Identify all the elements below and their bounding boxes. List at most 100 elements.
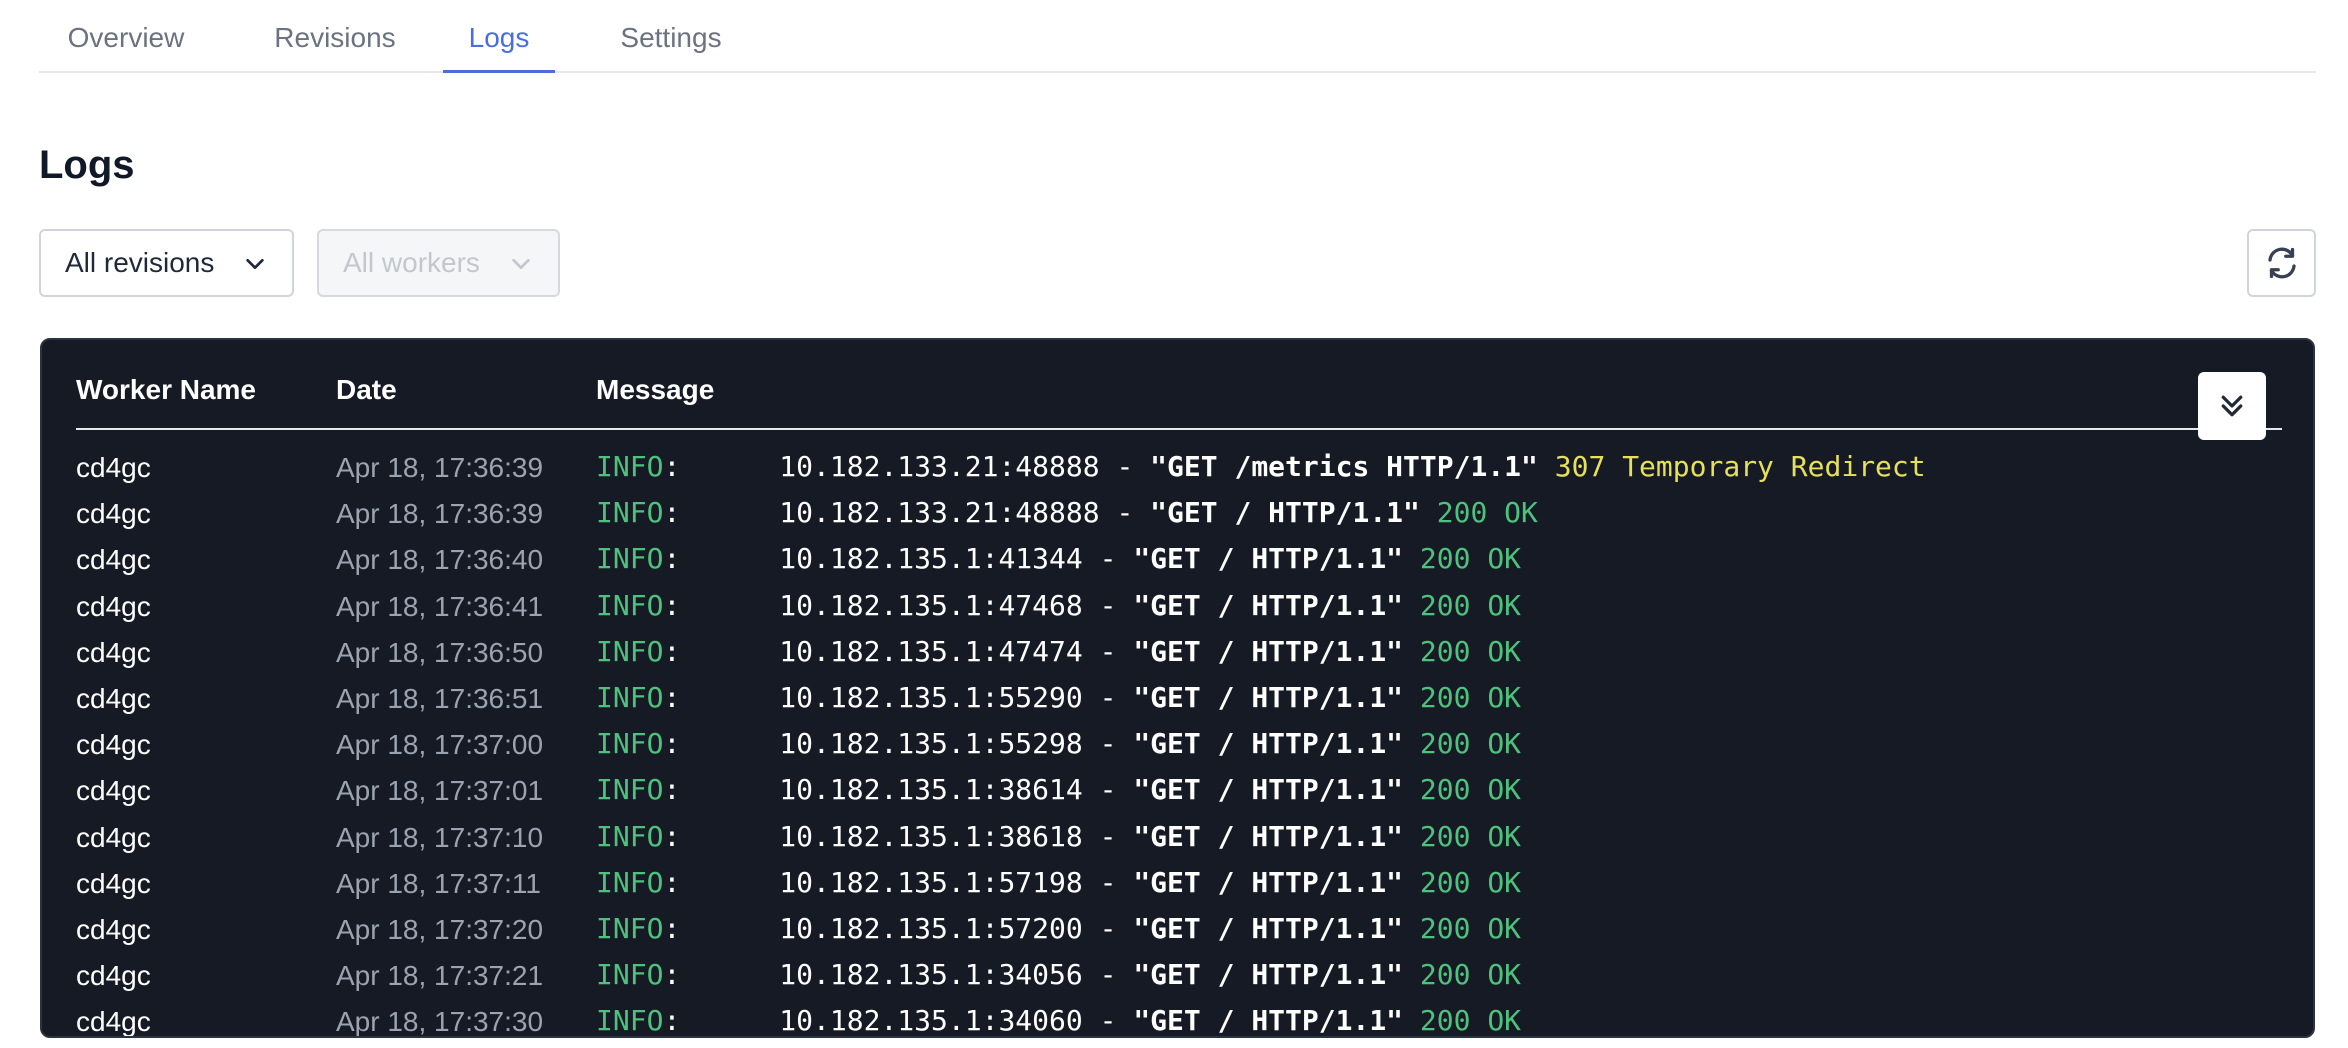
workers-select[interactable]: All workers <box>317 229 560 297</box>
log-worker-name: cd4gc <box>76 1006 151 1038</box>
log-level: INFO <box>596 727 664 761</box>
log-client-address: 10.182.135.1:34060 - <box>779 1004 1134 1038</box>
log-message: INFO: 10.182.135.1:55298 - "GET / HTTP/1.… <box>596 727 1521 760</box>
log-request: "GET / HTTP/1.1" <box>1133 911 1404 945</box>
log-request: "GET / HTTP/1.1" <box>1133 819 1404 853</box>
log-message: INFO: 10.182.135.1:38618 - "GET / HTTP/1.… <box>596 820 1521 853</box>
log-level: INFO <box>596 1004 664 1038</box>
log-status: 200 OK <box>1419 588 1522 622</box>
double-chevron-down-icon <box>2221 395 2243 417</box>
log-request: "GET / HTTP/1.1" <box>1133 680 1404 714</box>
log-message: INFO: 10.182.135.1:34056 - "GET / HTTP/1.… <box>596 958 1521 991</box>
log-level-separator: : <box>663 911 681 945</box>
log-row: cd4gc Apr 18, 17:36:51 INFO: 10.182.135.1:5… <box>76 675 2282 721</box>
log-request: "GET / HTTP/1.1" <box>1133 588 1404 622</box>
tab-overview[interactable]: Overview <box>63 0 189 73</box>
log-worker-name: cd4gc <box>76 636 151 668</box>
log-row: cd4gc Apr 18, 17:36:41 INFO: 10.182.135.1:4… <box>76 583 2282 629</box>
log-level-separator: : <box>663 865 681 899</box>
log-client-address: 10.182.135.1:47468 - <box>779 588 1134 622</box>
log-message: INFO: 10.182.135.1:34060 - "GET / HTTP/1.… <box>596 1004 1522 1038</box>
log-request: "GET / HTTP/1.1" <box>1133 542 1404 576</box>
chevron-down-icon <box>246 258 264 270</box>
chevron-down-icon <box>512 258 530 270</box>
log-level-separator: : <box>663 450 681 483</box>
log-level-separator: : <box>663 819 681 853</box>
log-worker-name: cd4gc <box>76 867 151 899</box>
log-request: "GET / HTTP/1.1" <box>1133 773 1404 807</box>
revisions-select[interactable]: All revisions <box>39 229 294 297</box>
log-client-address: 10.182.135.1:38618 - <box>779 819 1134 853</box>
log-message: INFO: 10.182.135.1:57200 - "GET / HTTP/1.… <box>596 912 1521 945</box>
log-client-address: 10.182.133.21:48888 - <box>779 496 1151 530</box>
log-date: Apr 18, 17:37:30 <box>336 1006 544 1038</box>
log-message: INFO: 10.182.135.1:38614 - "GET / HTTP/1.… <box>596 773 1521 806</box>
log-status: 200 OK <box>1419 773 1522 807</box>
log-client-address: 10.182.135.1:57198 - <box>779 865 1134 899</box>
log-level: INFO <box>596 865 664 899</box>
log-client-address: 10.182.135.1:38614 - <box>779 773 1134 807</box>
log-message: INFO: 10.182.133.21:48888 - "GET /metrics… <box>596 450 1926 483</box>
log-message: INFO: 10.182.135.1:47474 - "GET / HTTP/1.… <box>596 635 1521 668</box>
log-row: cd4gc Apr 18, 17:37:21 INFO: 10.182.135.1:3… <box>76 952 2282 998</box>
log-status: 200 OK <box>1419 634 1522 668</box>
log-level: INFO <box>596 958 664 992</box>
log-date: Apr 18, 17:37:11 <box>336 867 541 899</box>
log-level: INFO <box>596 634 664 668</box>
log-message: INFO: 10.182.135.1:47468 - "GET / HTTP/1.… <box>596 589 1521 622</box>
log-date: Apr 18, 17:37:01 <box>336 775 544 807</box>
log-level-separator: : <box>663 588 681 622</box>
log-level-separator: : <box>663 680 681 714</box>
log-level: INFO <box>596 588 664 622</box>
log-message: INFO: 10.182.135.1:57198 - "GET / HTTP/1.… <box>596 866 1521 899</box>
log-client-address: 10.182.135.1:47474 - <box>779 634 1134 668</box>
log-level-separator: : <box>663 773 681 807</box>
log-row: cd4gc Apr 18, 17:37:30 INFO: 10.182.135.1:3… <box>76 998 2282 1038</box>
log-level-separator: : <box>663 496 681 530</box>
log-status: 200 OK <box>1419 958 1522 992</box>
log-worker-name: cd4gc <box>76 682 151 714</box>
log-request: "GET / HTTP/1.1" <box>1133 634 1404 668</box>
page-title: Logs <box>39 143 135 187</box>
log-panel[interactable]: Worker Name Date Message cd4gc Apr 18, 17… <box>40 338 2315 1038</box>
log-level: INFO <box>596 542 664 576</box>
log-status: 200 OK <box>1419 680 1522 714</box>
tab-bar: Overview Revisions Logs Settings <box>39 0 2316 73</box>
tab-revisions[interactable]: Revisions <box>263 0 407 73</box>
log-date: Apr 18, 17:37:21 <box>336 960 544 992</box>
tab-logs[interactable]: Logs <box>443 0 555 73</box>
column-header-date: Date <box>336 374 397 405</box>
log-level: INFO <box>596 819 664 853</box>
log-client-address: 10.182.135.1:55290 - <box>779 680 1134 714</box>
log-row: cd4gc Apr 18, 17:36:39 INFO: 10.182.133.21:… <box>76 490 2282 536</box>
log-row: cd4gc Apr 18, 17:37:11 INFO: 10.182.135.1:5… <box>76 860 2282 906</box>
log-row: cd4gc Apr 18, 17:36:50 INFO: 10.182.135.1:4… <box>76 629 2282 675</box>
log-client-address: 10.182.135.1:41344 - <box>779 542 1134 576</box>
log-request: "GET /metrics HTTP/1.1" <box>1150 450 1538 483</box>
log-level: INFO <box>596 773 664 807</box>
log-client-address: 10.182.135.1:34056 - <box>779 958 1134 992</box>
log-date: Apr 18, 17:36:40 <box>336 544 544 576</box>
log-worker-name: cd4gc <box>76 960 151 992</box>
log-row: cd4gc Apr 18, 17:37:00 INFO: 10.182.135.1:5… <box>76 721 2282 767</box>
tab-settings[interactable]: Settings <box>611 0 731 73</box>
log-row: cd4gc Apr 18, 17:36:39 INFO: 10.182.133.21:… <box>76 444 2282 490</box>
log-client-address: 10.182.135.1:55298 - <box>779 727 1134 761</box>
log-request: "GET / HTTP/1.1" <box>1150 496 1420 530</box>
log-date: Apr 18, 17:36:41 <box>336 590 544 622</box>
refresh-button[interactable] <box>2247 229 2316 297</box>
log-level: INFO <box>596 680 664 714</box>
log-status: 200 OK <box>1419 542 1522 576</box>
log-date: Apr 18, 17:37:00 <box>336 729 544 761</box>
log-date: Apr 18, 17:36:39 <box>336 452 544 483</box>
scroll-to-bottom-button[interactable] <box>2198 372 2266 440</box>
log-status: 200 OK <box>1419 1004 1522 1038</box>
log-row: cd4gc Apr 18, 17:37:20 INFO: 10.182.135.1:5… <box>76 906 2282 952</box>
log-worker-name: cd4gc <box>76 913 151 945</box>
log-worker-name: cd4gc <box>76 590 151 622</box>
log-client-address: 10.182.133.21:48888 - <box>779 450 1151 483</box>
log-level-separator: : <box>663 1004 681 1038</box>
log-level-separator: : <box>663 958 681 992</box>
log-date: Apr 18, 17:36:50 <box>336 636 544 668</box>
log-message: INFO: 10.182.135.1:41344 - "GET / HTTP/1.… <box>596 542 1521 575</box>
